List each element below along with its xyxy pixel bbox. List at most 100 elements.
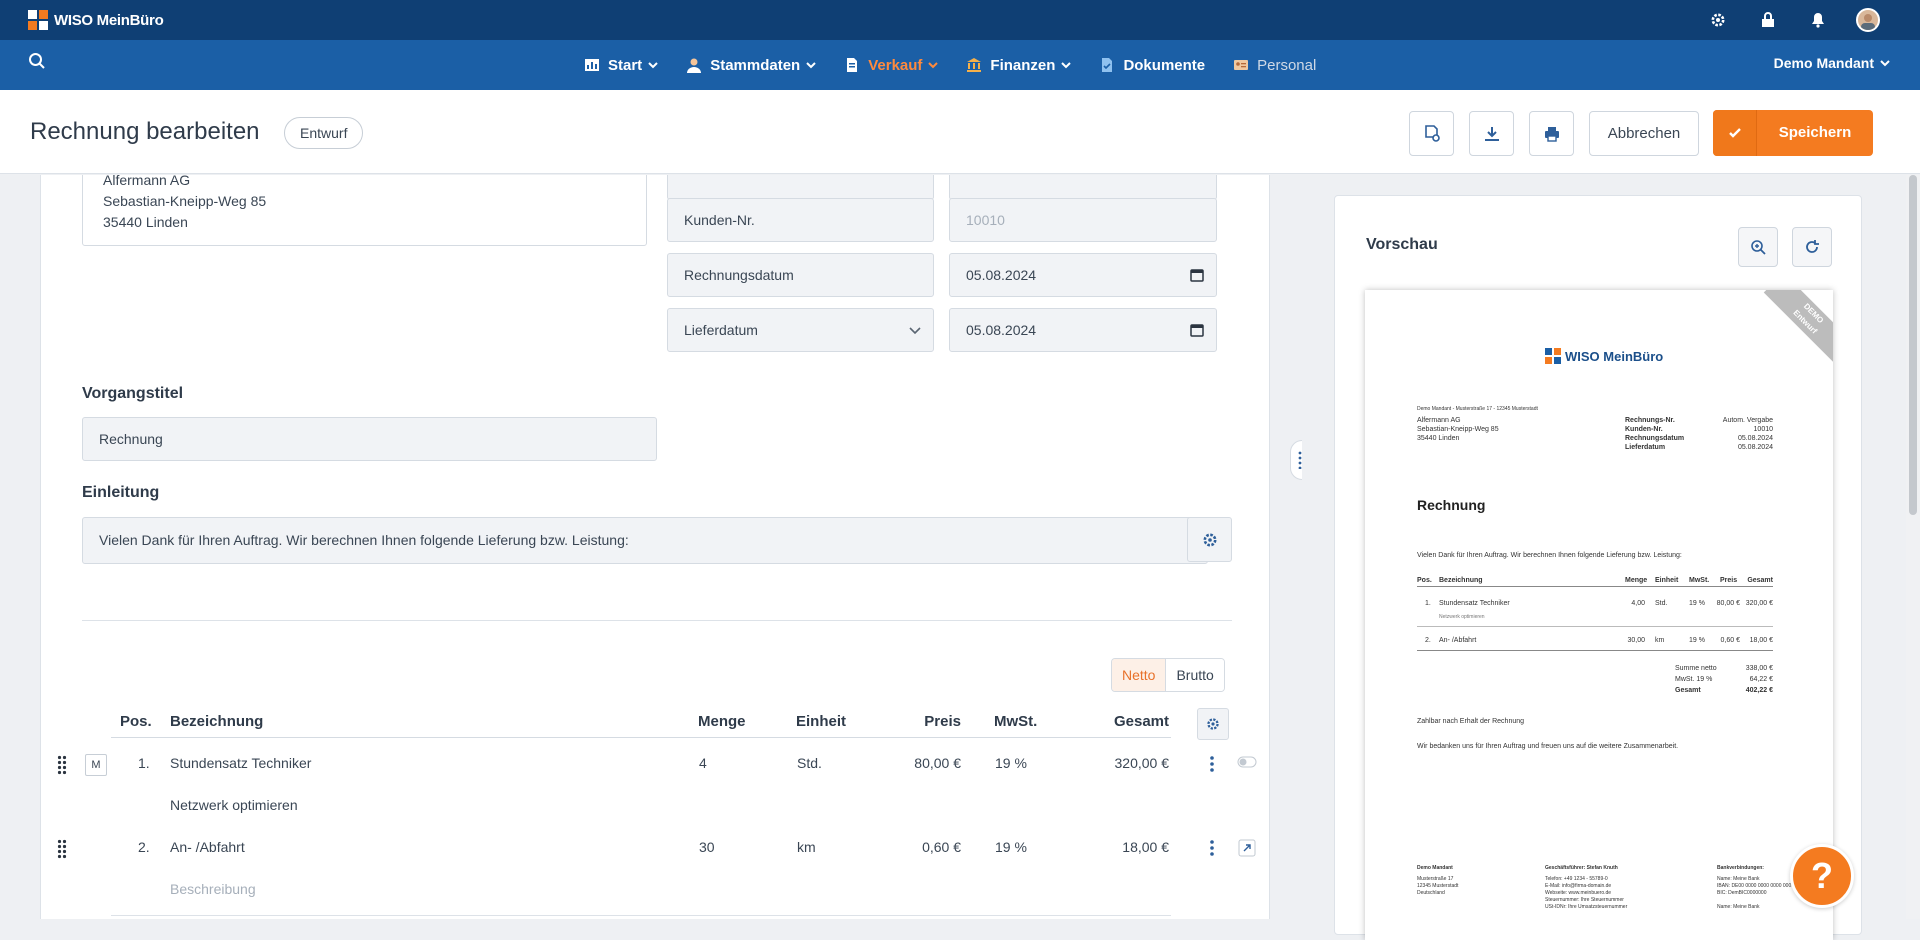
page-header: Rechnung bearbeiten Entwurf Abbrechen Sp… — [0, 90, 1920, 174]
doc-row-gesamt: 320,00 € — [1745, 600, 1773, 607]
chevron-down-icon — [928, 62, 939, 69]
nav-item-stammdaten[interactable]: Stammdaten — [686, 57, 816, 74]
print-button[interactable] — [1529, 111, 1574, 156]
row-einheit[interactable]: Std. — [797, 755, 822, 771]
col-preis: Preis — [924, 713, 961, 730]
doc-row-line — [1417, 650, 1773, 651]
row-bezeichnung[interactable]: Stundensatz Techniker — [170, 755, 311, 771]
row-bezeichnung[interactable]: An- /Abfahrt — [170, 839, 245, 855]
document-settings-button[interactable] — [1409, 111, 1454, 156]
field-top-right[interactable] — [949, 175, 1217, 200]
doc-row-menge: 30,00 — [1627, 637, 1645, 644]
doc-title: Rechnung — [1417, 497, 1486, 513]
more-icon[interactable] — [1209, 755, 1215, 773]
mandant-label: Demo Mandant — [1773, 55, 1874, 71]
row-menge[interactable]: 4 — [699, 755, 707, 771]
row-mwst[interactable]: 19 % — [995, 839, 1027, 855]
nav-item-finanzen[interactable]: Finanzen — [966, 56, 1072, 74]
download-icon — [1484, 126, 1499, 141]
avatar[interactable] — [1856, 8, 1880, 32]
meta-value: 05.08.2024 — [1737, 444, 1773, 451]
row-mwst[interactable]: 19 % — [995, 755, 1027, 771]
row-beschreibung[interactable]: Netzwerk optimieren — [170, 797, 298, 813]
scrollbar-thumb[interactable] — [1909, 175, 1917, 515]
nav-label: Finanzen — [990, 56, 1056, 74]
doc-row-bez: Stundensatz Techniker — [1439, 600, 1510, 607]
row-type-badge[interactable]: M — [85, 754, 107, 776]
nav-item-personal[interactable]: Personal — [1233, 57, 1316, 74]
refresh-icon — [1806, 240, 1819, 253]
save-button[interactable]: Speichern — [1713, 110, 1873, 156]
netto-brutto-toggle[interactable]: Netto Brutto — [1111, 658, 1225, 692]
select-value: Lieferdatum — [684, 322, 758, 338]
row-preis[interactable]: 0,60 € — [881, 839, 961, 855]
recipient-line: 35440 Linden — [1417, 435, 1460, 442]
more-icon[interactable] — [1209, 839, 1215, 857]
lieferdatum-field[interactable]: 05.08.2024 — [949, 308, 1217, 352]
toggle-switch-icon[interactable] — [1237, 756, 1257, 768]
drag-handle-icon[interactable] — [57, 755, 67, 775]
table-settings-button[interactable] — [1197, 708, 1229, 740]
meta-key: Lieferdatum — [1625, 444, 1666, 451]
person-icon — [686, 57, 702, 73]
gear-icon[interactable] — [1706, 8, 1730, 32]
kunden-nr-field[interactable]: 10010 — [949, 198, 1217, 242]
doc-total-key: Gesamt — [1675, 687, 1701, 694]
gear-icon — [1203, 533, 1216, 546]
app-logo[interactable]: WISO MeinBüro — [28, 10, 164, 30]
einleitung-input[interactable]: Vielen Dank für Ihren Auftrag. Wir berec… — [82, 517, 1208, 564]
save-label: Speichern — [1778, 124, 1852, 141]
meta-value: Autom. Vergabe — [1722, 417, 1773, 424]
drag-handle-icon[interactable] — [57, 839, 67, 859]
netto-option[interactable]: Netto — [1112, 659, 1167, 691]
nav-item-dokumente[interactable]: Dokumente — [1099, 57, 1205, 74]
lock-gift-icon[interactable] — [1756, 8, 1780, 32]
search-icon[interactable] — [28, 52, 50, 74]
field-top-left[interactable] — [667, 175, 934, 200]
bell-icon[interactable] — [1806, 8, 1830, 32]
calendar-icon[interactable] — [1190, 268, 1204, 282]
refresh-button[interactable] — [1792, 227, 1832, 267]
brutto-option[interactable]: Brutto — [1166, 659, 1224, 691]
meta-value: 05.08.2024 — [1737, 435, 1773, 442]
download-button[interactable] — [1469, 111, 1514, 156]
doc-closing: Wir bedanken uns für Ihren Auftrag und f… — [1417, 743, 1679, 750]
help-button[interactable]: ? — [1790, 844, 1854, 908]
recipient-line: Sebastian-Kneipp-Weg 85 — [1417, 426, 1499, 433]
row-gesamt: 320,00 € — [1114, 755, 1170, 771]
col-mwst: MwSt. — [994, 713, 1038, 730]
nav-item-start[interactable]: Start — [584, 57, 658, 74]
row-menge[interactable]: 30 — [699, 839, 715, 855]
row-preis[interactable]: 80,00 € — [881, 755, 961, 771]
einleitung-settings-button[interactable] — [1187, 517, 1232, 562]
date-value: 05.08.2024 — [966, 322, 1037, 338]
vorgangstitel-input[interactable]: Rechnung — [82, 417, 657, 461]
col-einheit: Einheit — [796, 713, 847, 730]
cancel-button[interactable]: Abbrechen — [1589, 111, 1699, 156]
zoom-in-button[interactable] — [1738, 227, 1778, 267]
doc-row-einheit: Std. — [1655, 600, 1668, 607]
date-value: 05.08.2024 — [966, 267, 1037, 283]
scrollbar[interactable] — [1906, 175, 1920, 919]
calendar-icon[interactable] — [1190, 323, 1204, 337]
doc-row-menge: 4,00 — [1631, 600, 1645, 607]
doc-total-value: 402,22 € — [1745, 687, 1773, 694]
vorgangstitel-label: Vorgangstitel — [82, 385, 184, 402]
divider — [82, 620, 1232, 621]
external-link-icon[interactable] — [1238, 839, 1256, 857]
doc-total-key: MwSt. 19 % — [1675, 676, 1713, 683]
row-einheit[interactable]: km — [797, 839, 816, 855]
invoice-preview-document[interactable]: DEMO Entwurf WISO MeinBüro Demo Mandant -… — [1365, 290, 1833, 940]
row-beschreibung-placeholder[interactable]: Beschreibung — [170, 881, 256, 897]
doc-row-bez: An- /Abfahrt — [1439, 637, 1477, 644]
col-bezeichnung: Bezeichnung — [170, 713, 264, 730]
nav-item-verkauf[interactable]: Verkauf — [844, 57, 939, 74]
chevron-down-icon — [806, 62, 816, 69]
mandant-selector[interactable]: Demo Mandant — [1774, 55, 1890, 71]
rechnungsdatum-field[interactable]: 05.08.2024 — [949, 253, 1217, 297]
lieferdatum-select[interactable]: Lieferdatum — [667, 308, 934, 352]
doc-col-header: Gesamt — [1747, 577, 1773, 584]
logo-mark-icon — [28, 10, 48, 30]
table-row-line — [111, 915, 1171, 916]
customer-address[interactable]: Alfermann AG Sebastian-Kneipp-Weg 85 354… — [82, 175, 647, 246]
